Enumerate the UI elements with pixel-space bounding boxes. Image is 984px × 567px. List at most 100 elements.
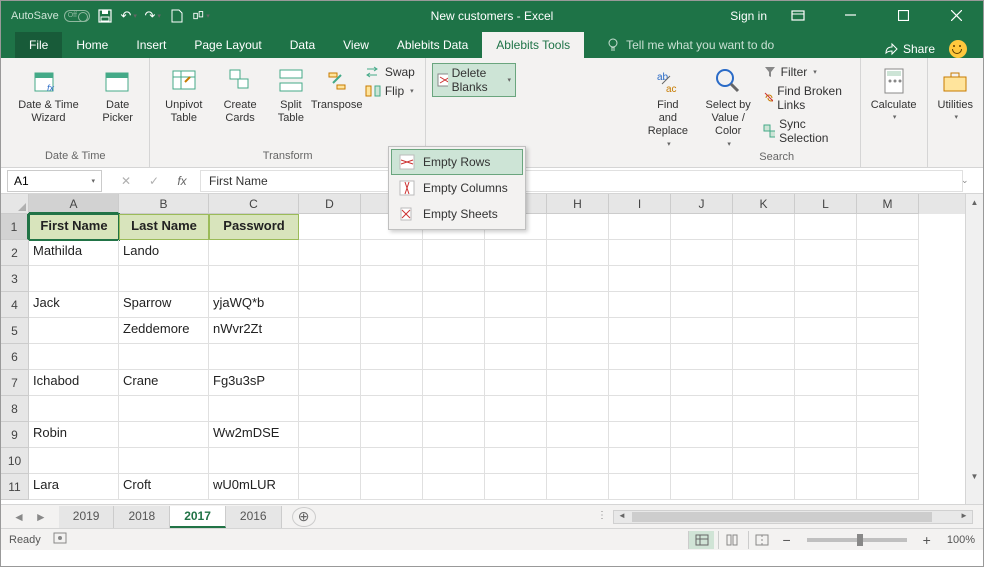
cell[interactable] <box>609 422 671 448</box>
grid-body[interactable]: 1First NameLast NamePassword2MathildaLan… <box>1 214 983 500</box>
cell[interactable] <box>671 396 733 422</box>
cell[interactable] <box>299 422 361 448</box>
cell[interactable] <box>671 292 733 318</box>
cell[interactable] <box>795 214 857 240</box>
cell[interactable] <box>361 240 423 266</box>
cell[interactable]: Zeddemore <box>119 318 209 344</box>
cell[interactable] <box>733 474 795 500</box>
calculate-button[interactable]: Calculate▾ <box>867 63 921 125</box>
row-header[interactable]: 8 <box>1 396 29 422</box>
cell[interactable] <box>609 266 671 292</box>
tab-insert[interactable]: Insert <box>122 32 180 58</box>
cell[interactable] <box>423 292 485 318</box>
cell[interactable] <box>609 448 671 474</box>
cell[interactable] <box>361 448 423 474</box>
cell[interactable] <box>671 370 733 396</box>
cell[interactable] <box>361 292 423 318</box>
cell[interactable] <box>299 396 361 422</box>
cell[interactable] <box>547 344 609 370</box>
cell[interactable] <box>209 448 299 474</box>
col-header-D[interactable]: D <box>299 194 361 214</box>
cell[interactable] <box>423 474 485 500</box>
cell[interactable] <box>423 318 485 344</box>
sheet-tab-2017[interactable]: 2017 <box>170 506 226 528</box>
cell[interactable] <box>857 396 919 422</box>
cell[interactable] <box>795 370 857 396</box>
cell[interactable] <box>119 422 209 448</box>
cell[interactable] <box>485 370 547 396</box>
cell[interactable] <box>733 214 795 240</box>
sheet-tab-2019[interactable]: 2019 <box>59 506 115 528</box>
create-cards-button[interactable]: Create Cards <box>213 63 267 127</box>
sheet-nav-next-icon[interactable]: ► <box>31 510 51 524</box>
tell-me-search[interactable]: Tell me what you want to do <box>596 32 784 58</box>
cell[interactable] <box>299 214 361 240</box>
cell[interactable] <box>299 344 361 370</box>
normal-view-icon[interactable] <box>688 531 714 549</box>
cell[interactable]: Crane <box>119 370 209 396</box>
cell[interactable] <box>671 240 733 266</box>
cell[interactable] <box>795 240 857 266</box>
scroll-down-icon[interactable]: ▼ <box>966 468 983 486</box>
cell[interactable] <box>485 292 547 318</box>
cell[interactable] <box>361 344 423 370</box>
cell[interactable]: First Name <box>29 214 119 240</box>
empty-columns-item[interactable]: Empty Columns <box>391 175 523 201</box>
cell[interactable] <box>733 396 795 422</box>
cell[interactable]: Sparrow <box>119 292 209 318</box>
new-file-icon[interactable] <box>168 5 186 27</box>
cell[interactable] <box>299 266 361 292</box>
maximize-icon[interactable] <box>881 1 926 30</box>
cell[interactable] <box>361 474 423 500</box>
cell[interactable] <box>299 370 361 396</box>
tab-data[interactable]: Data <box>276 32 329 58</box>
row-header[interactable]: 10 <box>1 448 29 474</box>
cell[interactable] <box>547 266 609 292</box>
cell[interactable] <box>857 292 919 318</box>
cell[interactable] <box>795 266 857 292</box>
select-by-value-button[interactable]: Select byValue / Color▾ <box>700 63 757 151</box>
cell[interactable] <box>485 396 547 422</box>
cell[interactable] <box>857 422 919 448</box>
col-header-A[interactable]: A <box>29 194 119 214</box>
cell[interactable] <box>671 422 733 448</box>
cell[interactable] <box>423 396 485 422</box>
utilities-button[interactable]: Utilities▾ <box>934 63 977 125</box>
col-header-L[interactable]: L <box>795 194 857 214</box>
tab-file[interactable]: File <box>15 32 62 58</box>
scroll-left-icon[interactable]: ◄ <box>614 511 630 523</box>
select-all-corner[interactable] <box>1 194 29 214</box>
col-header-I[interactable]: I <box>609 194 671 214</box>
cell[interactable] <box>299 318 361 344</box>
feedback-smiley-icon[interactable] <box>949 40 967 58</box>
cell[interactable] <box>423 266 485 292</box>
tab-view[interactable]: View <box>329 32 383 58</box>
col-header-H[interactable]: H <box>547 194 609 214</box>
cell[interactable] <box>609 292 671 318</box>
autosave-toggle[interactable]: AutoSave Off <box>11 10 90 22</box>
col-header-M[interactable]: M <box>857 194 919 214</box>
scroll-right-icon[interactable]: ► <box>956 511 972 523</box>
sign-in-link[interactable]: Sign in <box>730 9 767 23</box>
cell[interactable] <box>361 396 423 422</box>
cell[interactable]: Robin <box>29 422 119 448</box>
fx-icon[interactable]: fx <box>172 174 192 188</box>
col-header-K[interactable]: K <box>733 194 795 214</box>
cell[interactable] <box>733 448 795 474</box>
cell[interactable] <box>733 344 795 370</box>
cell[interactable] <box>671 344 733 370</box>
cell[interactable] <box>795 396 857 422</box>
cell[interactable] <box>857 240 919 266</box>
cell[interactable] <box>29 318 119 344</box>
cell[interactable] <box>733 370 795 396</box>
cell[interactable] <box>361 318 423 344</box>
cell[interactable] <box>361 422 423 448</box>
cell[interactable] <box>857 318 919 344</box>
cell[interactable] <box>485 344 547 370</box>
cell[interactable] <box>733 422 795 448</box>
cell[interactable] <box>547 240 609 266</box>
date-picker-button[interactable]: Date Picker <box>92 63 144 127</box>
cell[interactable] <box>795 344 857 370</box>
row-header[interactable]: 3 <box>1 266 29 292</box>
tab-ablebits-data[interactable]: Ablebits Data <box>383 32 482 58</box>
